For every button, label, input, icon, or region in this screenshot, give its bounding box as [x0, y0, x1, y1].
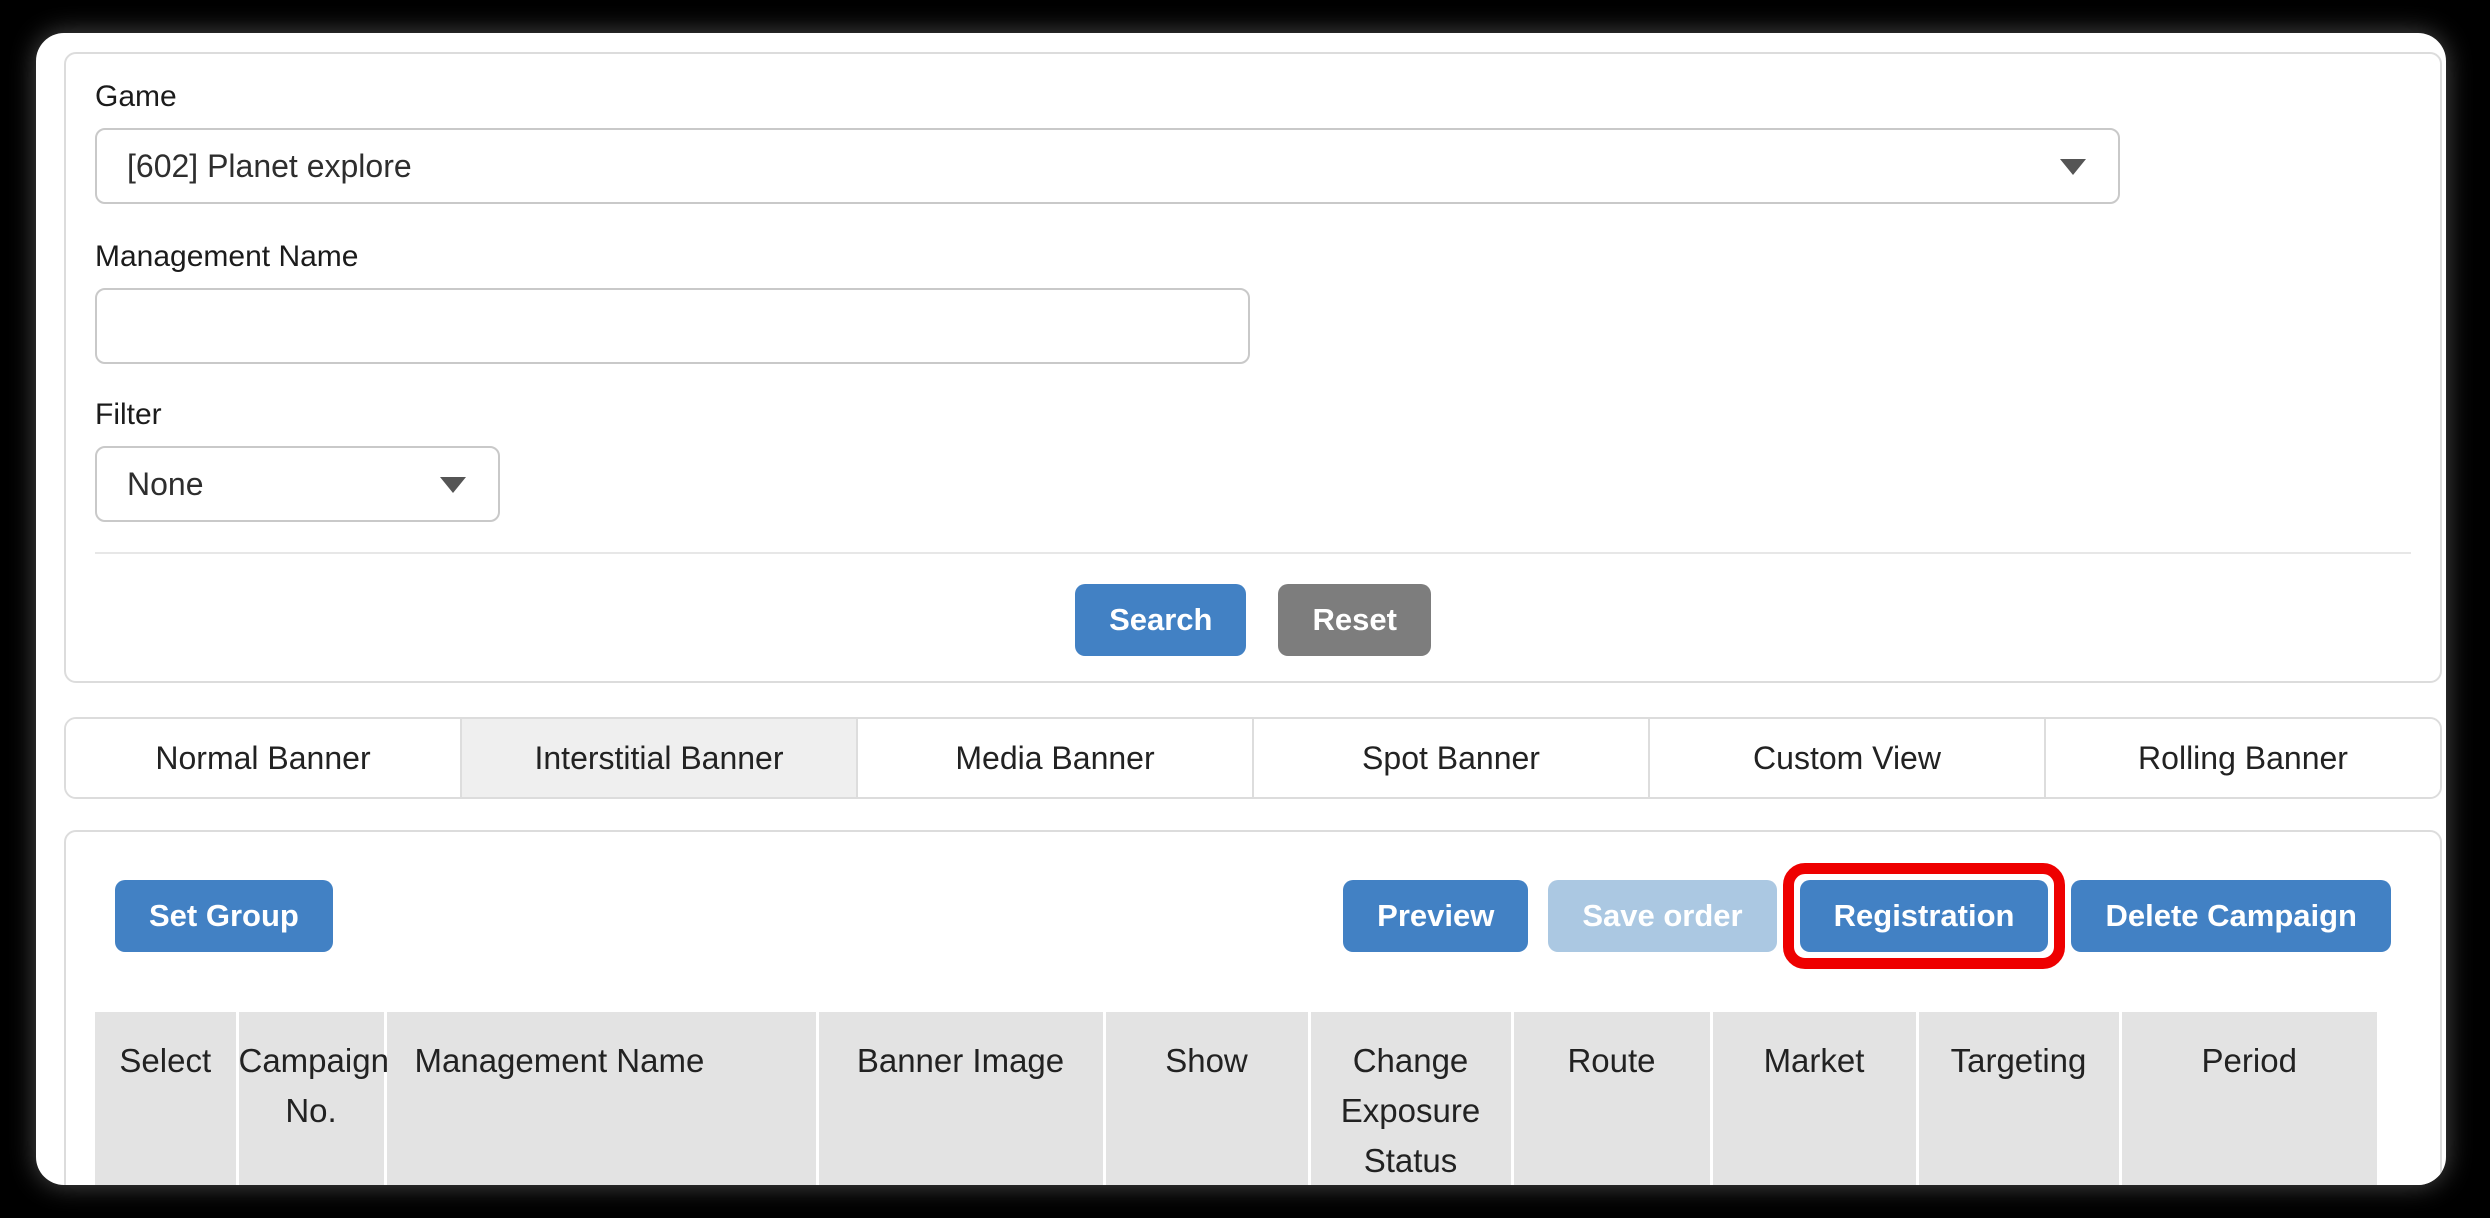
- save-order-button[interactable]: Save order: [1548, 880, 1776, 952]
- filter-select-value: None: [127, 466, 204, 503]
- delete-campaign-button[interactable]: Delete Campaign: [2071, 880, 2391, 952]
- header-management-name: Management Name: [385, 1012, 817, 1185]
- filter-select[interactable]: None: [95, 446, 500, 522]
- main-panel: Game [602] Planet explore Management Nam…: [36, 33, 2446, 1185]
- header-show: Show: [1104, 1012, 1309, 1185]
- search-filter-card: Game [602] Planet explore Management Nam…: [64, 52, 2442, 683]
- tab-media-banner[interactable]: Media Banner: [856, 719, 1252, 797]
- tab-interstitial-banner[interactable]: Interstitial Banner: [460, 719, 856, 797]
- game-label: Game: [95, 80, 2411, 114]
- registration-highlight-ring: Registration: [1783, 863, 2066, 969]
- header-route: Route: [1512, 1012, 1711, 1185]
- page-background: Game [602] Planet explore Management Nam…: [0, 0, 2490, 1218]
- reset-button[interactable]: Reset: [1278, 584, 1430, 656]
- form-actions: Search Reset: [95, 552, 2411, 656]
- header-change-exposure-status: Change Exposure Status: [1309, 1012, 1512, 1185]
- campaign-table: Select Campaign No. Management Name Bann…: [95, 1012, 2377, 1185]
- tab-spot-banner[interactable]: Spot Banner: [1252, 719, 1648, 797]
- tab-custom-view[interactable]: Custom View: [1648, 719, 2044, 797]
- campaign-list-card: Set Group Preview Save order Registratio…: [64, 830, 2442, 1185]
- tab-normal-banner[interactable]: Normal Banner: [66, 719, 460, 797]
- header-targeting: Targeting: [1917, 1012, 2120, 1185]
- management-name-input[interactable]: [127, 290, 1218, 362]
- game-select[interactable]: [602] Planet explore: [95, 128, 2120, 204]
- management-name-field-wrap: [95, 288, 1250, 364]
- filter-label: Filter: [95, 398, 2411, 432]
- header-select: Select: [95, 1012, 237, 1185]
- set-group-button[interactable]: Set Group: [115, 880, 333, 952]
- tab-rolling-banner[interactable]: Rolling Banner: [2044, 719, 2440, 797]
- campaign-toolbar: Set Group Preview Save order Registratio…: [66, 880, 2440, 952]
- chevron-down-icon: [2060, 159, 2086, 175]
- registration-button[interactable]: Registration: [1800, 880, 2049, 952]
- banner-type-tabbar: Normal Banner Interstitial Banner Media …: [64, 717, 2442, 799]
- preview-button[interactable]: Preview: [1343, 880, 1528, 952]
- toolbar-right-group: Preview Save order Registration Delete C…: [1343, 880, 2391, 952]
- header-period: Period: [2120, 1012, 2377, 1185]
- management-name-label: Management Name: [95, 240, 2411, 274]
- chevron-down-icon: [440, 477, 466, 493]
- header-banner-image: Banner Image: [817, 1012, 1104, 1185]
- header-campaign-no: Campaign No.: [237, 1012, 385, 1185]
- search-button[interactable]: Search: [1075, 584, 1246, 656]
- game-select-value: [602] Planet explore: [127, 148, 412, 185]
- table-header-row: Select Campaign No. Management Name Bann…: [95, 1012, 2377, 1185]
- header-market: Market: [1711, 1012, 1917, 1185]
